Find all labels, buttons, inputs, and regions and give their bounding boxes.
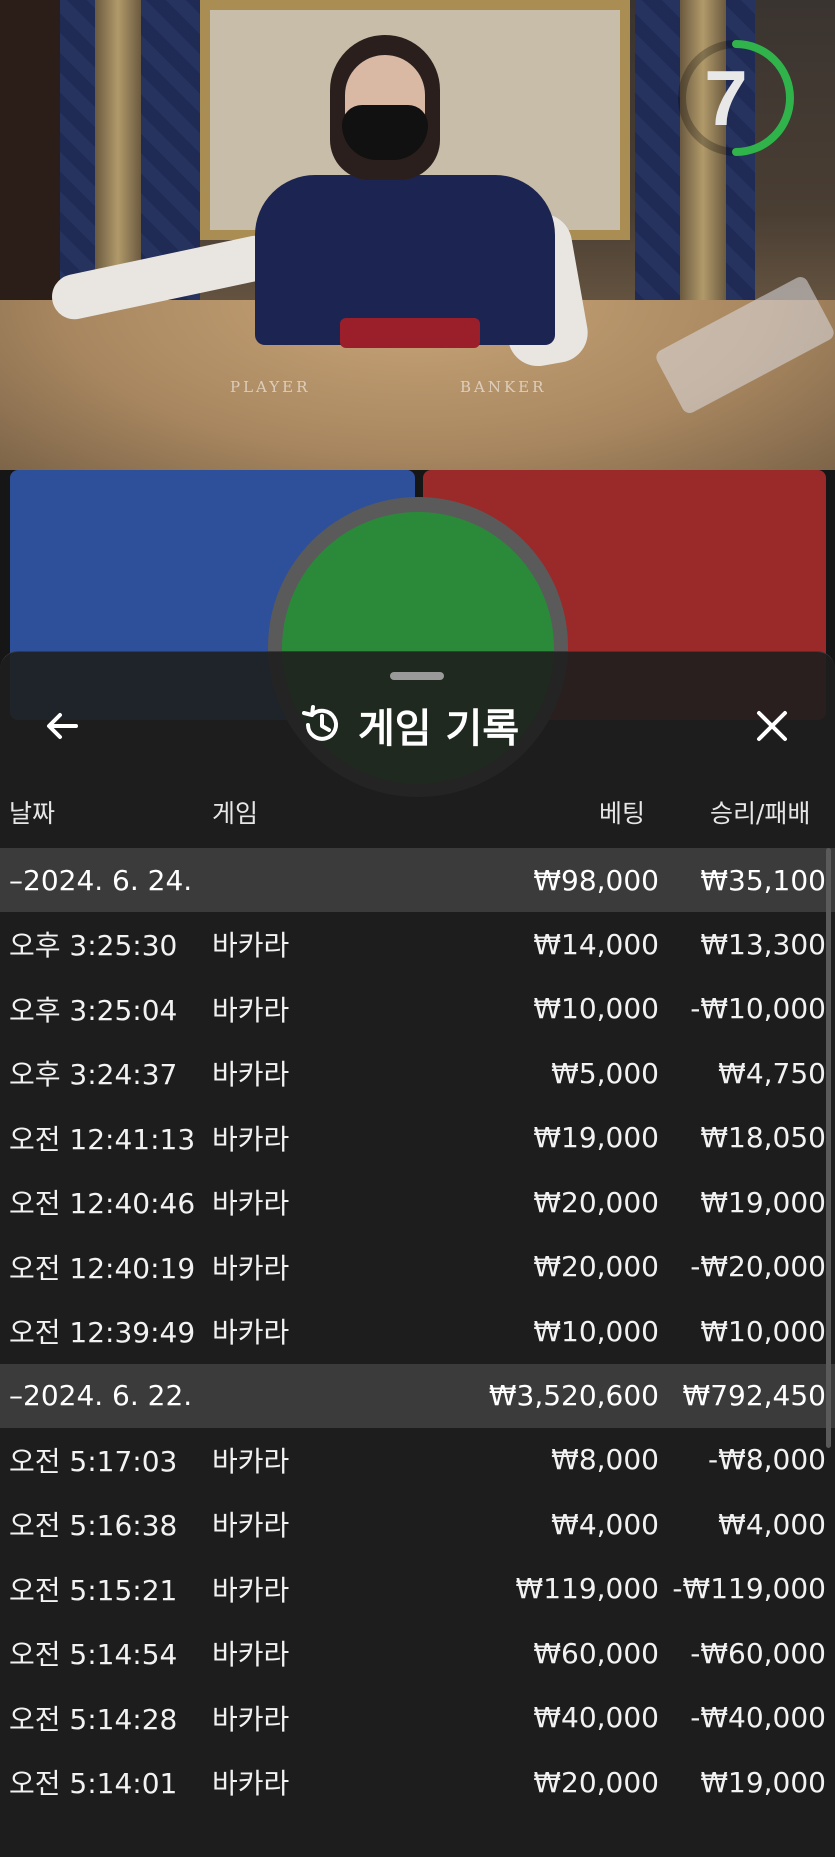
row-bet: ₩119,000 [515, 1572, 659, 1606]
sheet-header-title: 게임 기록 [300, 697, 519, 753]
row-bet: ₩60,000 [533, 1636, 659, 1670]
column-header-date: 날짜 [9, 799, 56, 828]
history-row[interactable]: 오전 5:14:54 바카라 ₩60,000 -₩60,000 [0, 1621, 835, 1686]
group-bet-total: ₩98,000 [533, 863, 659, 897]
sheet-drag-handle[interactable] [390, 672, 444, 680]
row-win-loss: -₩8,000 [708, 1443, 826, 1477]
row-bet: ₩8,000 [551, 1443, 659, 1477]
group-date: –2024. 6. 22. [9, 1379, 193, 1412]
row-win-loss: ₩4,000 [718, 1507, 826, 1541]
row-win-loss: -₩10,000 [690, 992, 826, 1026]
row-game: 바카라 [212, 1187, 290, 1221]
row-bet: ₩4,000 [551, 1507, 659, 1541]
row-win-loss: ₩10,000 [700, 1314, 826, 1348]
row-game: 바카라 [212, 1509, 290, 1543]
row-game: 바카라 [212, 1573, 290, 1607]
history-list: –2024. 6. 24. ₩98,000 ₩35,100 오후 3:25:30 바카라… [0, 848, 835, 1815]
row-time: 오전 5:16:38 [9, 1509, 178, 1543]
group-win-loss-total: ₩792,450 [682, 1379, 826, 1412]
row-win-loss: ₩4,750 [718, 1056, 826, 1090]
row-bet: ₩40,000 [533, 1701, 659, 1735]
history-row[interactable]: 오전 5:15:21 바카라 ₩119,000 -₩119,000 [0, 1557, 835, 1622]
game-history-sheet: 게임 기록 날짜 게임 베팅 승리/패배 –2024. 6. 24. ₩98,00… [0, 651, 835, 1857]
row-bet: ₩10,000 [533, 1314, 659, 1348]
row-win-loss: -₩20,000 [690, 1250, 826, 1284]
row-game: 바카라 [212, 1444, 290, 1478]
table-label-player: PLAYER [230, 378, 311, 396]
arrow-left-icon [47, 713, 78, 739]
table-label-banker: BANKER [460, 378, 547, 396]
row-win-loss: -₩40,000 [690, 1701, 826, 1735]
row-bet: ₩19,000 [533, 1121, 659, 1155]
row-game: 바카라 [212, 993, 290, 1027]
history-date-group[interactable]: –2024. 6. 24. ₩98,000 ₩35,100 [0, 848, 835, 912]
row-game: 바카라 [212, 1767, 290, 1801]
history-row[interactable]: 오전 12:40:46 바카라 ₩20,000 ₩19,000 [0, 1170, 835, 1235]
row-bet: ₩20,000 [533, 1765, 659, 1799]
row-win-loss: -₩119,000 [672, 1572, 826, 1606]
history-row[interactable]: 오전 5:14:28 바카라 ₩40,000 -₩40,000 [0, 1686, 835, 1751]
history-row[interactable]: 오후 3:24:37 바카라 ₩5,000 ₩4,750 [0, 1041, 835, 1106]
row-win-loss: ₩19,000 [700, 1185, 826, 1219]
row-game: 바카라 [212, 1122, 290, 1156]
row-bet: ₩14,000 [533, 927, 659, 961]
row-time: 오전 12:40:19 [9, 1251, 196, 1285]
row-game: 바카라 [212, 1058, 290, 1092]
history-scrollbar[interactable] [826, 848, 831, 1448]
group-date: –2024. 6. 24. [9, 863, 193, 897]
row-game: 바카라 [212, 929, 290, 963]
history-row[interactable]: 오전 5:16:38 바카라 ₩4,000 ₩4,000 [0, 1492, 835, 1557]
column-header-win-loss: 승리/패배 [710, 799, 811, 828]
row-time: 오전 12:39:49 [9, 1316, 196, 1350]
row-win-loss: ₩18,050 [700, 1121, 826, 1155]
history-row[interactable]: 오전 5:14:01 바카라 ₩20,000 ₩19,000 [0, 1750, 835, 1815]
row-win-loss: ₩19,000 [700, 1765, 826, 1799]
row-time: 오전 5:14:28 [9, 1702, 178, 1736]
row-time: 오후 3:25:04 [9, 993, 178, 1027]
history-row[interactable]: 오후 3:25:04 바카라 ₩10,000 -₩10,000 [0, 977, 835, 1042]
row-time: 오후 3:25:30 [9, 929, 178, 963]
row-bet: ₩5,000 [551, 1056, 659, 1090]
history-row[interactable]: 오전 12:40:19 바카라 ₩20,000 -₩20,000 [0, 1235, 835, 1300]
column-header-game: 게임 [212, 799, 259, 828]
group-bet-total: ₩3,520,600 [488, 1379, 659, 1412]
dealer-mask [342, 105, 428, 160]
row-time: 오후 3:24:37 [9, 1058, 178, 1092]
close-button[interactable] [746, 700, 798, 752]
row-win-loss: -₩60,000 [690, 1636, 826, 1670]
row-time: 오전 5:17:03 [9, 1444, 178, 1478]
group-win-loss-total: ₩35,100 [700, 863, 826, 897]
history-row[interactable]: 오후 3:25:30 바카라 ₩14,000 ₩13,300 [0, 912, 835, 977]
row-time: 오전 5:15:21 [9, 1573, 178, 1607]
row-time: 오전 12:40:46 [9, 1187, 196, 1221]
row-bet: ₩20,000 [533, 1250, 659, 1284]
row-game: 바카라 [212, 1702, 290, 1736]
back-button[interactable] [36, 700, 88, 752]
row-win-loss: ₩13,300 [700, 927, 826, 961]
dealer-belt [340, 318, 480, 348]
row-game: 바카라 [212, 1638, 290, 1672]
row-time: 오전 12:41:13 [9, 1122, 196, 1156]
live-video: PLAYER BANKER 7 [0, 0, 835, 475]
page-title: 게임 기록 [358, 706, 520, 752]
column-header-bet: 베팅 [599, 799, 646, 828]
countdown-timer-value: 7 [704, 54, 748, 142]
history-row[interactable]: 오전 12:41:13 바카라 ₩19,000 ₩18,050 [0, 1106, 835, 1171]
row-game: 바카라 [212, 1316, 290, 1350]
history-date-group[interactable]: –2024. 6. 22. ₩3,520,600 ₩792,450 [0, 1363, 835, 1428]
history-row[interactable]: 오전 12:39:49 바카라 ₩10,000 ₩10,000 [0, 1299, 835, 1364]
history-clock-icon [302, 705, 338, 741]
row-game: 바카라 [212, 1251, 290, 1285]
close-x-icon [757, 711, 787, 741]
history-row[interactable]: 오전 5:17:03 바카라 ₩8,000 -₩8,000 [0, 1428, 835, 1493]
row-time: 오전 5:14:01 [9, 1767, 178, 1801]
row-bet: ₩20,000 [533, 1185, 659, 1219]
row-bet: ₩10,000 [533, 992, 659, 1026]
row-time: 오전 5:14:54 [9, 1638, 178, 1672]
